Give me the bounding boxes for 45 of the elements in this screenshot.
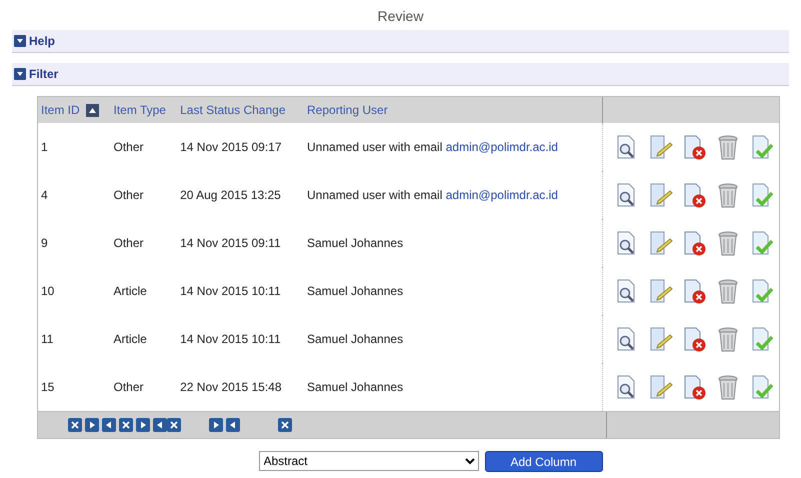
table-cell-text: Other	[112, 235, 145, 252]
previous-icon[interactable]	[153, 418, 167, 432]
remove-icon[interactable]	[167, 418, 181, 432]
next-icon[interactable]	[136, 418, 150, 432]
expand-icon	[14, 35, 26, 47]
table-cell: Other	[110, 123, 178, 171]
remove-icon[interactable]	[68, 418, 82, 432]
table-cell-text: 14 Nov 2015 10:11	[179, 283, 282, 300]
section-header[interactable]: Help	[12, 30, 789, 53]
previous-icon[interactable]	[226, 418, 240, 432]
table-cell-text: Article	[112, 283, 148, 300]
table-cell: 14 Nov 2015 09:17	[177, 123, 304, 171]
table-cell-text: 10	[40, 283, 56, 300]
column-header[interactable]: Reporting User	[307, 103, 388, 117]
column-select[interactable]: Abstract	[258, 451, 478, 471]
page-title: Review	[376, 7, 424, 26]
table-cell: Samuel Johannes	[307, 332, 404, 346]
table-cell: Samuel Johannes	[307, 236, 404, 250]
table-cell-text: 22 Nov 2015 15:48	[179, 379, 283, 396]
table-cell-text: 11	[40, 331, 54, 348]
next-icon[interactable]	[209, 418, 223, 432]
next-icon[interactable]	[85, 418, 99, 432]
table-cell-text: Other	[112, 187, 145, 204]
table-cell: Samuel Johannes	[307, 380, 404, 394]
table-cell-text: Unnamed user with email	[307, 140, 444, 154]
expand-icon	[14, 68, 26, 80]
table-cell-text: 14 Nov 2015 10:11	[179, 331, 282, 348]
section-header[interactable]: Filter	[12, 63, 789, 86]
table-cell-text: Unnamed user with email	[307, 188, 444, 202]
table-cell-text: 4	[40, 187, 49, 204]
table-cell-text: 14 Nov 2015 09:11	[179, 235, 282, 252]
previous-icon[interactable]	[102, 418, 116, 432]
email-link[interactable]: admin@polimdr.ac.id	[446, 188, 558, 202]
email-link[interactable]: admin@polimdr.ac.id	[446, 140, 558, 154]
remove-icon[interactable]	[278, 418, 292, 432]
table-cell: 1	[38, 123, 110, 171]
table-cell-text: Other	[112, 379, 145, 396]
table-cell-text: 15	[40, 379, 56, 396]
table-cell-text: 9	[40, 235, 49, 252]
table-cell-text: 20 Aug 2015 13:25	[179, 187, 282, 204]
sort-icon[interactable]	[86, 104, 99, 116]
table-cell: Samuel Johannes	[307, 284, 404, 298]
table-cell-text: Article	[112, 331, 148, 348]
remove-icon[interactable]	[119, 418, 133, 432]
add-column-button[interactable]: Add Column	[484, 451, 602, 472]
